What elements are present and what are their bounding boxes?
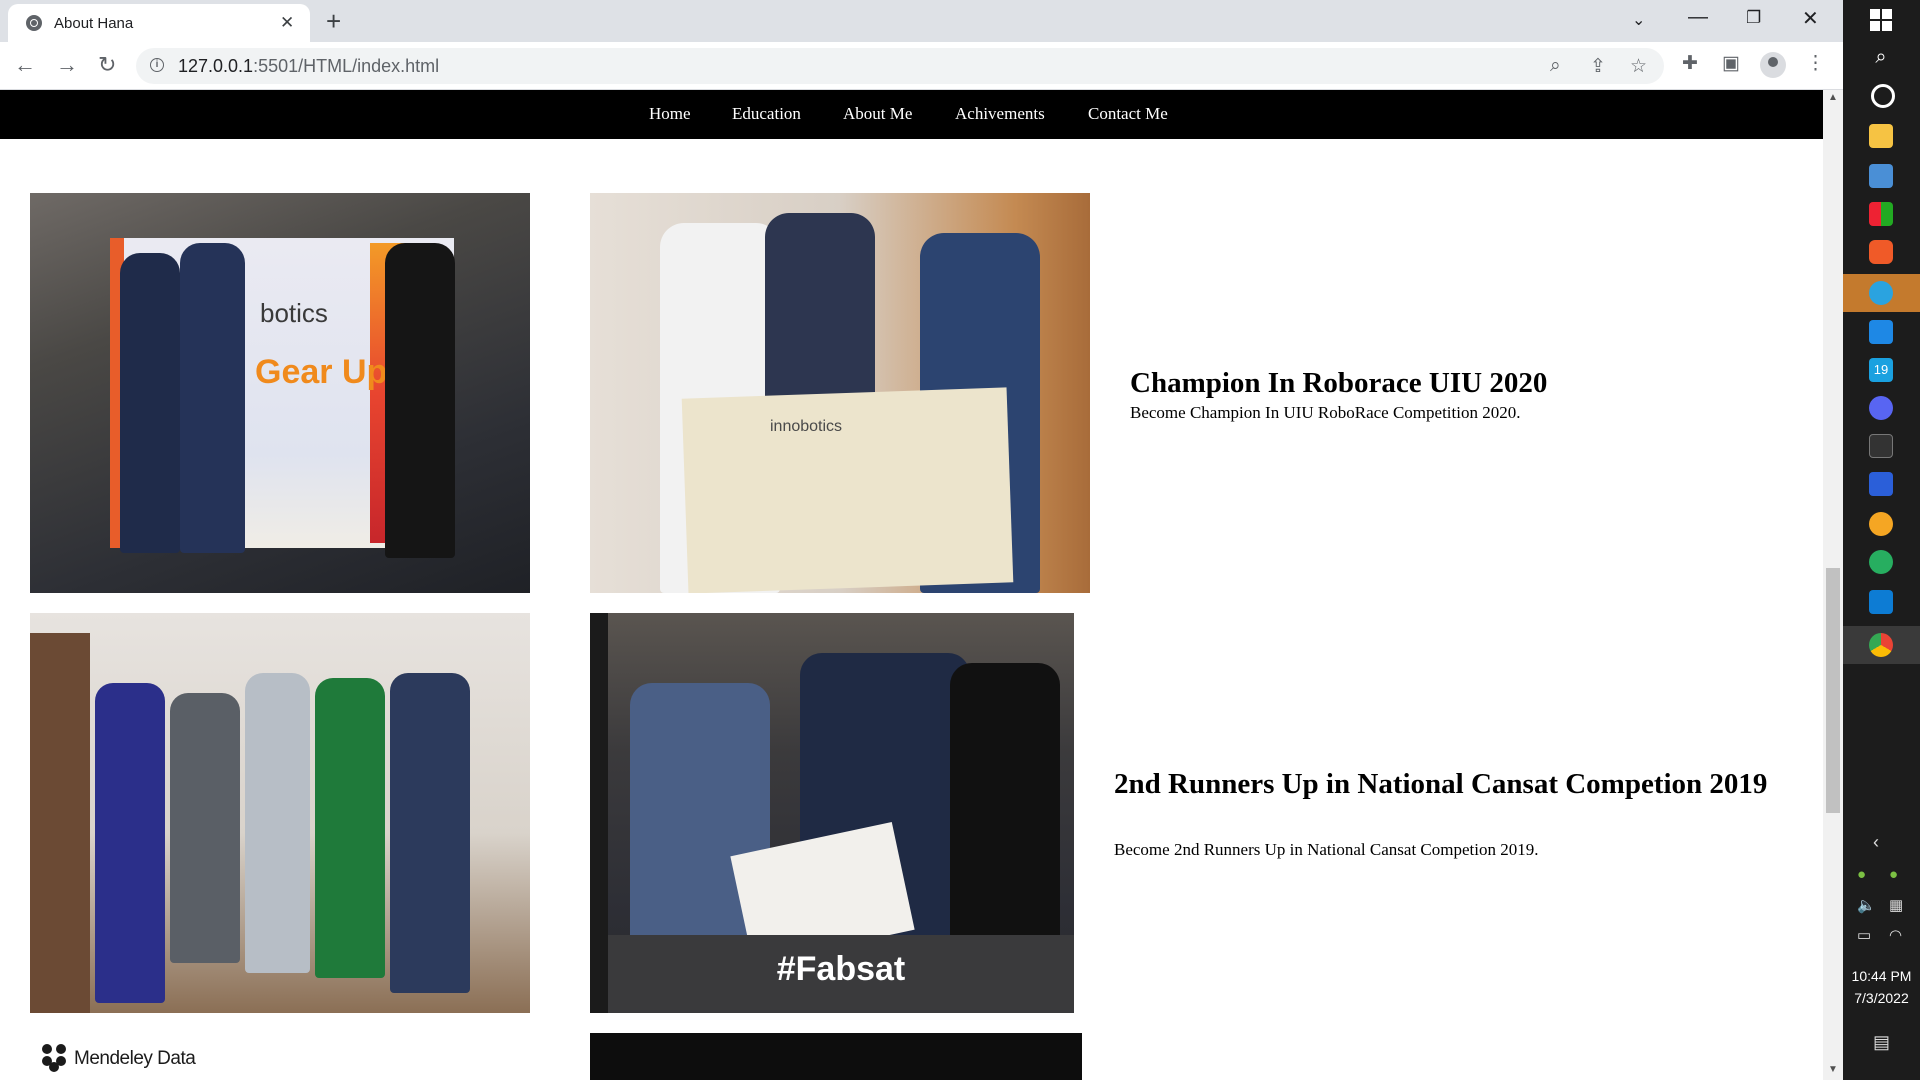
nav-home[interactable]: Home bbox=[649, 104, 691, 124]
mendeley-text: Mendeley Data bbox=[74, 1048, 196, 1069]
tray-icon[interactable]: ● bbox=[1889, 866, 1898, 883]
cansat-team-photo bbox=[30, 613, 530, 1013]
tray-icon[interactable]: ▦ bbox=[1889, 896, 1903, 914]
achievement-desc: Become Champion In UIU RoboRace Competit… bbox=[1130, 403, 1521, 422]
page-scrollbar[interactable]: ▲ ▼ bbox=[1823, 90, 1843, 1080]
photo-caption: #Fabsat bbox=[776, 950, 906, 988]
close-window-icon[interactable]: ✕ bbox=[1802, 6, 1819, 31]
minimize-icon[interactable]: — bbox=[1688, 6, 1708, 29]
person bbox=[120, 253, 180, 553]
windows-start-icon[interactable] bbox=[1869, 8, 1893, 32]
mail-icon[interactable] bbox=[1869, 320, 1893, 344]
notification-icon[interactable]: ▤ bbox=[1873, 1032, 1890, 1053]
brave-icon[interactable] bbox=[1869, 240, 1893, 264]
search-icon[interactable]: ⌕ bbox=[1869, 46, 1893, 70]
chrome-icon[interactable] bbox=[1869, 633, 1893, 657]
nav-education[interactable]: Education bbox=[732, 104, 801, 124]
tray-icon[interactable]: ● bbox=[1857, 866, 1866, 883]
cheque-text: innobotics bbox=[770, 418, 843, 435]
tab-search-icon[interactable]: ⌄ bbox=[1632, 10, 1645, 30]
prize-cheque bbox=[681, 387, 1014, 593]
nav-about-me[interactable]: About Me bbox=[843, 104, 912, 124]
bookmark-star-icon[interactable]: ☆ bbox=[1630, 55, 1647, 78]
site-nav: Home Education About Me Achivements Cont… bbox=[0, 90, 1823, 139]
show-hidden-icons[interactable]: ‹ bbox=[1873, 832, 1879, 853]
telegram-icon[interactable] bbox=[1869, 281, 1893, 305]
omnibox[interactable]: i 127.0.0.1:5501/HTML/index.html ⌕ ⇪ ☆ bbox=[136, 48, 1664, 84]
door bbox=[30, 633, 90, 1013]
banner-text: botics bbox=[260, 298, 328, 328]
browser-tab[interactable]: About Hana ✕ bbox=[8, 4, 310, 42]
achievement-title: Champion In Roborace UIU 2020 bbox=[1130, 367, 1548, 399]
clock-date[interactable]: 7/3/2022 bbox=[1843, 990, 1920, 1006]
page-viewport: Home Education About Me Achivements Cont… bbox=[0, 90, 1823, 1080]
person bbox=[95, 683, 165, 1003]
profile-avatar[interactable] bbox=[1760, 52, 1786, 78]
discord-icon[interactable] bbox=[1869, 396, 1893, 420]
globe-icon bbox=[26, 15, 42, 31]
app-icon[interactable] bbox=[1869, 202, 1893, 226]
banner-headline: Gear Up bbox=[255, 353, 388, 391]
notion-icon[interactable] bbox=[1869, 434, 1893, 458]
zoom-icon[interactable]: ⌕ bbox=[1550, 55, 1561, 77]
wifi-icon[interactable]: ◠ bbox=[1889, 926, 1902, 944]
scroll-up-icon[interactable]: ▲ bbox=[1828, 92, 1838, 103]
app-icon[interactable] bbox=[1869, 550, 1893, 574]
scroll-down-icon[interactable]: ▼ bbox=[1828, 1064, 1838, 1075]
file-explorer-icon[interactable] bbox=[1869, 124, 1893, 148]
achievement-desc: Become 2nd Runners Up in National Cansat… bbox=[1114, 840, 1539, 859]
person bbox=[245, 673, 310, 973]
close-tab-icon[interactable]: ✕ bbox=[280, 13, 294, 33]
person bbox=[385, 243, 455, 558]
address-toolbar: ← → ↻ i 127.0.0.1:5501/HTML/index.html ⌕… bbox=[0, 42, 1843, 90]
app-icon[interactable] bbox=[1869, 512, 1893, 536]
url-text[interactable]: 127.0.0.1:5501/HTML/index.html bbox=[178, 56, 439, 77]
mendeley-icon bbox=[40, 1040, 70, 1074]
scrollbar-thumb[interactable] bbox=[1826, 568, 1840, 813]
next-photo bbox=[590, 1033, 1082, 1080]
roborace-award-photo: innobotics bbox=[590, 193, 1090, 593]
clock-time[interactable]: 10:44 PM bbox=[1843, 968, 1920, 984]
forward-icon[interactable]: → bbox=[56, 52, 78, 78]
person bbox=[180, 243, 245, 553]
roborace-team-photo: botics Gear Up bbox=[30, 193, 530, 593]
extensions-icon[interactable]: ✚ bbox=[1682, 52, 1698, 75]
new-tab-icon[interactable]: + bbox=[326, 6, 341, 37]
menu-icon[interactable]: ⋮ bbox=[1806, 52, 1825, 75]
cortana-icon[interactable] bbox=[1871, 84, 1895, 108]
side-panel-icon[interactable]: ▣ bbox=[1722, 52, 1740, 75]
taskbar: ⌕ 19 ‹ ● ● 🔈 ▦ ▭ ◠ 10:44 PM 7/3/2022 ▤ bbox=[1843, 0, 1920, 1080]
vscode-icon[interactable] bbox=[1869, 590, 1893, 614]
app-icon[interactable] bbox=[1869, 164, 1893, 188]
reload-icon[interactable]: ↻ bbox=[98, 52, 116, 78]
jetbrains-icon[interactable] bbox=[1869, 472, 1893, 496]
volume-icon[interactable]: 🔈 bbox=[1857, 896, 1876, 914]
site-info-icon[interactable]: i bbox=[150, 58, 164, 72]
calendar-icon[interactable]: 19 bbox=[1869, 358, 1893, 382]
tab-strip: About Hana ✕ + ⌄ — ❐ ✕ bbox=[0, 0, 1843, 42]
achievement-title: 2nd Runners Up in National Cansat Compet… bbox=[1114, 768, 1768, 800]
person bbox=[170, 693, 240, 963]
battery-icon[interactable]: ▭ bbox=[1857, 926, 1871, 944]
cansat-award-photo: #Fabsat bbox=[590, 613, 1074, 1013]
restore-icon[interactable]: ❐ bbox=[1746, 8, 1761, 28]
share-icon[interactable]: ⇪ bbox=[1590, 55, 1606, 78]
tab-title: About Hana bbox=[54, 15, 134, 32]
photo-edge bbox=[590, 613, 608, 1013]
back-icon[interactable]: ← bbox=[14, 52, 36, 78]
nav-contact-me[interactable]: Contact Me bbox=[1088, 104, 1168, 124]
person bbox=[315, 678, 385, 978]
person bbox=[390, 673, 470, 993]
nav-achievements[interactable]: Achivements bbox=[955, 104, 1045, 124]
person bbox=[950, 663, 1060, 943]
